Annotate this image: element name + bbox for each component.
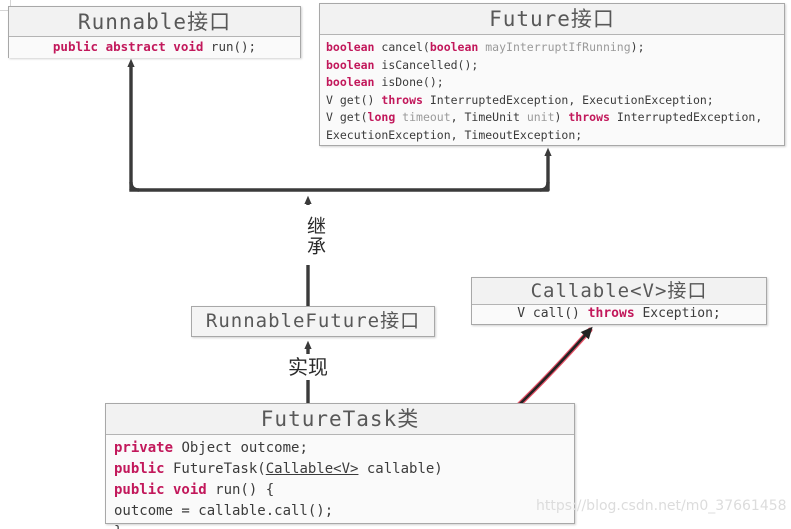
field-outcome: private Object outcome; bbox=[114, 438, 574, 459]
method-future-get: V get() throws InterruptedException, Exe… bbox=[326, 92, 784, 110]
keyword-long: long bbox=[367, 110, 396, 124]
brace-close: } bbox=[114, 524, 122, 529]
class-title-future: Future接口 bbox=[320, 4, 784, 35]
method-exceptions-get-timeout-2: ExecutionException, TimeoutException; bbox=[326, 127, 583, 142]
keyword-throws-get: throws bbox=[381, 92, 423, 107]
class-title-runnable: Runnable接口 bbox=[9, 7, 300, 37]
constructor-param-callable: callable) bbox=[358, 461, 443, 477]
diagram-canvas: Runnable接口 public abstract void run(); F… bbox=[0, 0, 791, 529]
edge-label-implements: 实现 bbox=[279, 354, 337, 380]
keyword-public-void: public void bbox=[114, 482, 207, 498]
keyword-private: private bbox=[114, 440, 174, 456]
method-future-cancel: boolean cancel(boolean mayInterruptIfRun… bbox=[326, 39, 784, 57]
class-body-futuretask: private Object outcome; public FutureTas… bbox=[106, 435, 574, 529]
type-timeunit: , TimeUnit bbox=[450, 110, 527, 124]
param-timeout: timeout bbox=[395, 110, 451, 124]
param-unit: unit bbox=[526, 110, 555, 124]
keyword-public-ctor: public bbox=[114, 461, 165, 477]
method-name-isdone: isDone(); bbox=[374, 75, 444, 89]
class-title-callable: Callable<V>接口 bbox=[472, 278, 766, 305]
method-name-iscancelled: isCancelled(); bbox=[374, 57, 479, 72]
method-future-get-timeout-cont: ExecutionException, TimeoutException; bbox=[326, 127, 784, 145]
param-mayinterruptifrunning: mayInterruptIfRunning bbox=[478, 40, 631, 54]
class-box-callable[interactable]: Callable<V>接口 V call() throws Exception; bbox=[471, 277, 767, 325]
method-signature-futuretask-run: run() { bbox=[206, 482, 275, 498]
method-exceptions-call: Exception; bbox=[634, 306, 721, 321]
method-name-cancel: cancel( bbox=[374, 40, 430, 54]
class-box-runnable[interactable]: Runnable接口 public abstract void run(); bbox=[8, 6, 301, 58]
method-runnable-run: public abstract void run(); bbox=[9, 39, 300, 54]
class-box-future[interactable]: Future接口 boolean cancel(boolean mayInter… bbox=[319, 3, 785, 146]
class-box-runnablefuture[interactable]: RunnableFuture接口 bbox=[191, 306, 435, 337]
keyword-throws-get-timeout: throws bbox=[568, 110, 610, 124]
class-body-runnable: public abstract void run(); bbox=[9, 37, 300, 58]
class-box-futuretask[interactable]: FutureTask类 private Object outcome; publ… bbox=[105, 403, 575, 529]
watermark-text: https://blog.csdn.net/m0_37661458 bbox=[536, 498, 787, 514]
constructor-futuretask: public FutureTask(Callable<V> callable) bbox=[114, 459, 574, 480]
class-title-runnablefuture: RunnableFuture接口 bbox=[192, 307, 434, 336]
keyword-boolean-cancel: boolean bbox=[326, 40, 375, 54]
method-future-get-timeout: V get(long timeout, TimeUnit unit) throw… bbox=[326, 109, 784, 127]
method-tail-get-timeout: ) bbox=[554, 110, 569, 124]
field-declaration-outcome: Object outcome; bbox=[173, 440, 308, 456]
class-body-future: boolean cancel(boolean mayInterruptIfRun… bbox=[320, 35, 784, 145]
method-tail-cancel: ); bbox=[630, 40, 645, 54]
constructor-name-futuretask: FutureTask( bbox=[164, 461, 266, 477]
type-link-callable[interactable]: Callable<V> bbox=[266, 461, 359, 477]
statement-outcome-assign: outcome = callable.call(); bbox=[114, 501, 574, 522]
class-body-callable: V call() throws Exception; bbox=[472, 305, 766, 324]
method-exceptions-get-timeout-1: InterruptedException, bbox=[609, 110, 763, 124]
method-futuretask-run: public void run() { bbox=[114, 480, 574, 501]
class-title-futuretask: FutureTask类 bbox=[106, 404, 574, 435]
keyword-throws-call: throws bbox=[587, 306, 635, 321]
method-signature-run: run(); bbox=[203, 39, 257, 54]
method-name-get-timeout: V get( bbox=[326, 110, 368, 124]
keyword-boolean-iscancelled: boolean bbox=[326, 57, 375, 72]
keyword-public-abstract-void: public abstract void bbox=[52, 39, 204, 54]
keyword-boolean-arg: boolean bbox=[429, 40, 479, 54]
method-callable-call: V call() throws Exception; bbox=[472, 306, 766, 321]
statement-call-callable: outcome = callable.call(); bbox=[114, 503, 334, 519]
keyword-boolean-isdone: boolean bbox=[326, 75, 375, 89]
method-future-iscancelled: boolean isCancelled(); bbox=[326, 57, 784, 75]
method-future-isdone: boolean isDone(); bbox=[326, 74, 784, 92]
edge-label-inheritance: 继承 bbox=[292, 205, 326, 265]
statement-close-brace: } bbox=[114, 522, 574, 529]
method-exceptions-get: InterruptedException, ExecutionException… bbox=[422, 92, 714, 107]
method-name-get: V get() bbox=[326, 92, 382, 107]
method-name-call: V call() bbox=[517, 306, 588, 321]
